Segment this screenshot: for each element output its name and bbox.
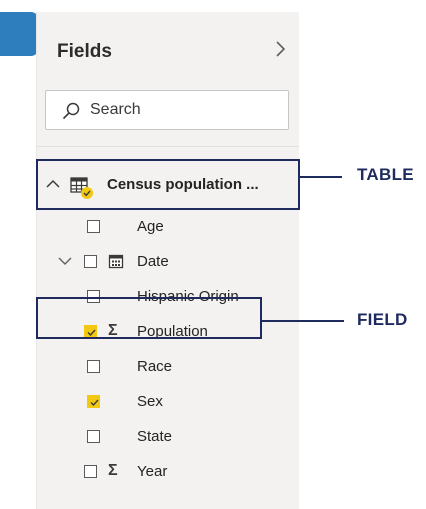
chevron-down-icon[interactable]	[58, 256, 72, 266]
field-row[interactable]: Age	[37, 212, 299, 242]
divider	[37, 146, 299, 147]
table-name: Census population ...	[107, 176, 259, 193]
checkmark-icon	[90, 399, 99, 407]
sigma-icon: Σ	[108, 462, 118, 479]
table-icon	[70, 177, 93, 199]
field-row[interactable]: Σ Year	[37, 457, 299, 487]
field-label: Age	[137, 218, 164, 235]
field-row[interactable]: Date	[37, 247, 299, 277]
field-label: Race	[137, 358, 173, 375]
chevron-right-icon[interactable]	[269, 38, 291, 60]
accent-tab	[0, 12, 38, 56]
search-box[interactable]	[45, 90, 289, 130]
field-checkbox[interactable]	[84, 255, 97, 268]
field-row[interactable]: Race	[37, 352, 299, 382]
field-checkbox[interactable]	[87, 395, 100, 408]
field-checkbox[interactable]	[87, 360, 100, 373]
field-checkbox[interactable]	[87, 220, 100, 233]
field-label: State	[137, 428, 173, 445]
field-callout-label: FIELD	[357, 310, 408, 329]
field-label: Date	[137, 253, 169, 270]
fields-pane: Fields Census population ... AgeDateHisp…	[36, 12, 300, 509]
field-checkbox[interactable]	[84, 465, 97, 478]
field-row[interactable]: Sex	[37, 387, 299, 417]
field-checkbox[interactable]	[87, 430, 100, 443]
chevron-up-icon[interactable]	[45, 177, 61, 191]
search-input[interactable]	[90, 95, 280, 125]
table-callout-line	[298, 176, 342, 178]
table-callout-label: TABLE	[357, 165, 414, 184]
table-row-census[interactable]: Census population ...	[36, 159, 300, 210]
pane-title: Fields	[57, 41, 112, 62]
calendar-icon	[108, 254, 124, 269]
field-label: Sex	[137, 393, 163, 410]
search-icon	[62, 102, 80, 120]
field-callout-line	[262, 320, 344, 322]
field-label: Year	[137, 463, 168, 480]
field-highlight-box	[36, 297, 262, 339]
field-row[interactable]: State	[37, 422, 299, 452]
